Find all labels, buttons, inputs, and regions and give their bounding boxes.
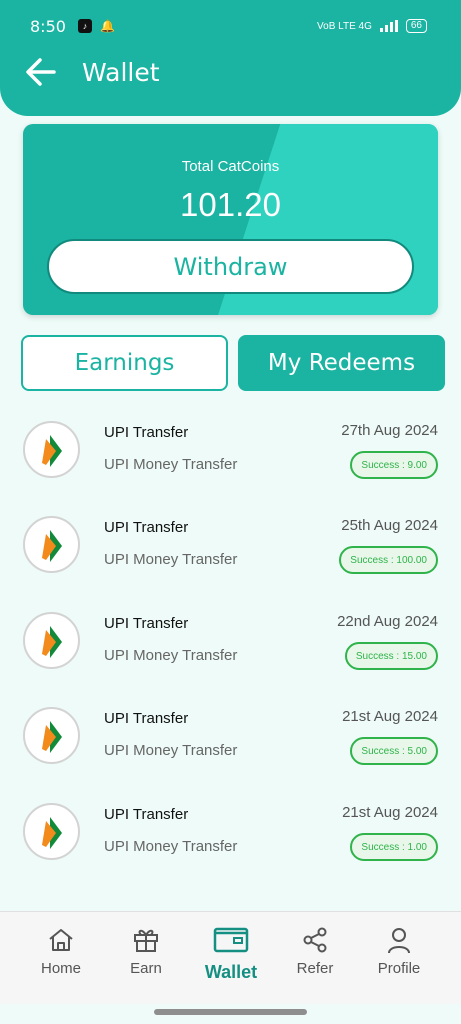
nav-item-profile[interactable]: Profile [359,926,439,977]
app-header: 8:50 ♪ 🔔 VoB LTE 4G 66 Wallet [0,0,461,116]
status-badge: Success : 100.00 [339,546,438,574]
bell-icon: 🔔 [99,19,115,33]
network-type-label: VoB LTE 4G [317,20,372,32]
nav-item-earn[interactable]: Earn [106,926,186,977]
page-title: Wallet [82,58,160,87]
transaction-subtitle: UPI Money Transfer [104,551,238,568]
gesture-home-bar[interactable] [154,1009,307,1015]
status-badge: Success : 9.00 [350,451,438,479]
upi-logo-icon [23,612,80,669]
transaction-row[interactable]: UPI Transfer UPI Money Transfer 22nd Aug… [0,607,461,703]
transaction-row[interactable]: UPI Transfer UPI Money Transfer 25th Aug… [0,511,461,607]
nav-item-home[interactable]: Home [21,926,101,977]
upi-logo-icon [23,707,80,764]
transaction-title: UPI Transfer [104,806,189,823]
nav-item-refer[interactable]: Refer [275,926,355,977]
upi-logo-icon [23,516,80,573]
battery-icon: 66 [405,19,427,33]
transaction-title: UPI Transfer [104,424,189,441]
status-bar: 8:50 ♪ 🔔 VoB LTE 4G 66 [30,14,427,38]
gift-icon [134,929,158,952]
tab-my-redeems[interactable]: My Redeems [238,335,445,391]
nav-label-home: Home [40,960,81,977]
balance-label: Total CatCoins [181,158,280,175]
nav-label-refer: Refer [296,960,334,977]
transaction-subtitle: UPI Money Transfer [104,647,238,664]
balance-card: Total CatCoins 101.20 Withdraw [23,124,438,315]
wallet-icon [213,927,249,953]
status-time: 8:50 [30,16,66,36]
upi-logo-icon [23,421,80,478]
tab-earnings[interactable]: Earnings [21,335,228,391]
status-badge: Success : 5.00 [350,737,438,765]
transaction-title: UPI Transfer [104,615,189,632]
bottom-nav: Home Earn Wallet Refer Profile [0,911,461,1004]
tiktok-notification-icon: ♪ [77,19,92,33]
transaction-title: UPI Transfer [104,519,189,536]
transaction-subtitle: UPI Money Transfer [104,456,238,473]
share-icon [303,927,327,953]
transaction-row[interactable]: UPI Transfer UPI Money Transfer 27th Aug… [0,416,461,512]
transaction-row[interactable]: UPI Transfer UPI Money Transfer 21st Aug… [0,702,461,798]
transaction-date: 21st Aug 2024 [342,804,438,821]
nav-label-wallet: Wallet [204,962,258,982]
transaction-date: 25th Aug 2024 [341,517,438,534]
transaction-subtitle: UPI Money Transfer [104,838,238,855]
signal-icon [379,20,398,32]
transaction-date: 21st Aug 2024 [342,708,438,725]
transaction-date: 27th Aug 2024 [341,422,438,439]
transaction-subtitle: UPI Money Transfer [104,742,238,759]
transaction-title: UPI Transfer [104,710,189,727]
back-arrow-icon[interactable] [24,56,58,88]
transaction-row[interactable]: UPI Transfer UPI Money Transfer 21st Aug… [0,798,461,894]
status-badge: Success : 1.00 [350,833,438,861]
nav-item-wallet[interactable]: Wallet [191,926,271,983]
nav-label-earn: Earn [130,960,162,977]
transaction-date: 22nd Aug 2024 [337,613,438,630]
profile-icon [388,928,410,954]
upi-logo-icon [23,803,80,860]
status-badge: Success : 15.00 [344,642,438,670]
balance-value: 101.20 [180,186,281,223]
withdraw-button[interactable]: Withdraw [47,239,414,294]
nav-label-profile: Profile [377,960,421,977]
home-icon [49,929,73,951]
